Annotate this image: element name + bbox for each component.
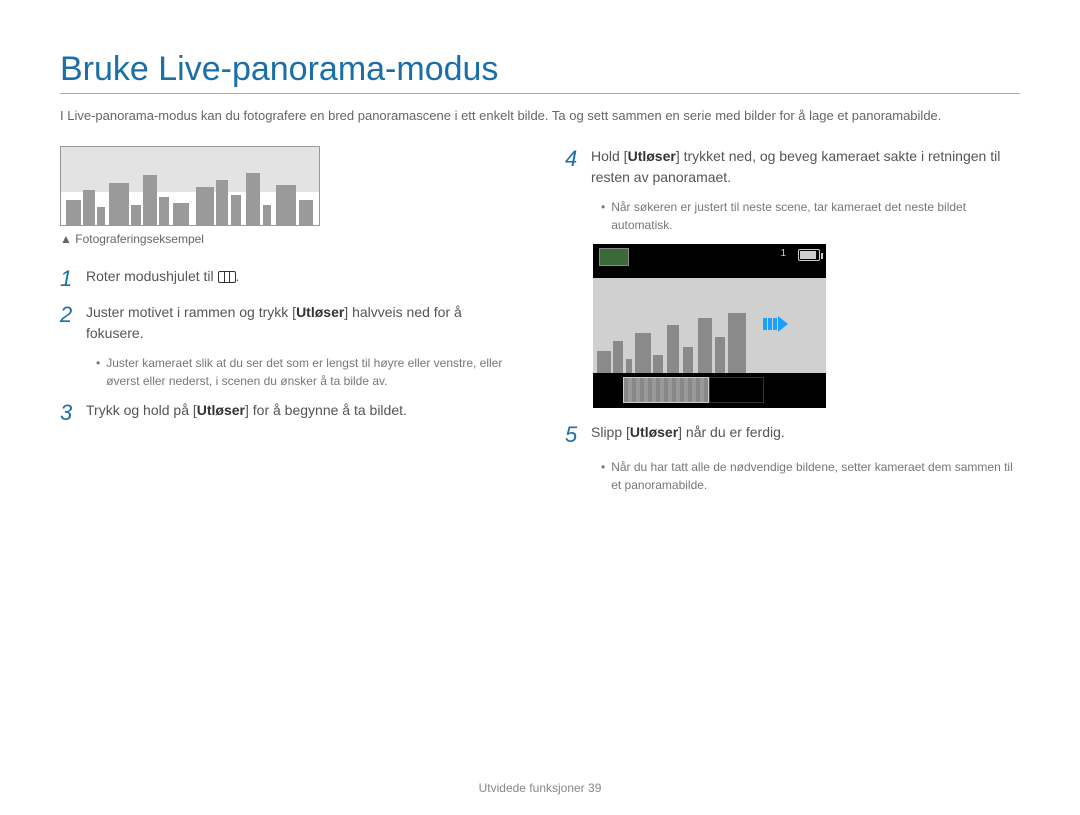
footer-section: Utvidede funksjoner	[479, 781, 585, 795]
example-caption: ▲ Fotograferingseksempel	[60, 232, 515, 246]
camera-lcd-illustration: 1	[593, 244, 826, 408]
step-text-fragment: .	[236, 268, 240, 284]
step-text: Juster motivet i rammen og trykk [Utløse…	[86, 302, 515, 344]
right-column: 4 Hold [Utløser] trykket ned, og beveg k…	[565, 146, 1020, 504]
step-number: 1	[60, 266, 76, 292]
intro-text: I Live-panorama-modus kan du fotografere…	[60, 106, 1020, 126]
step-1: 1 Roter modushjulet til .	[60, 266, 515, 292]
step-text-fragment: Trykk og hold på [	[86, 402, 197, 418]
step-number: 3	[60, 400, 76, 426]
battery-icon	[798, 249, 820, 261]
bullet-text: Når søkeren er justert til neste scene, …	[611, 198, 1020, 234]
bullet-text: Juster kameraet slik at du ser det som e…	[106, 354, 515, 390]
step-text-fragment: ] når du er ferdig.	[678, 424, 785, 440]
step-3: 3 Trykk og hold på [Utløser] for å begyn…	[60, 400, 515, 426]
step-number: 5	[565, 422, 581, 448]
bullet-dot-icon: •	[601, 458, 605, 494]
step-4-bullet: • Når søkeren er justert til neste scene…	[601, 198, 1020, 234]
step-text: Trykk og hold på [Utløser] for å begynne…	[86, 400, 407, 426]
step-text-fragment: Slipp [	[591, 424, 630, 440]
remaining-strip-icon	[709, 377, 764, 403]
shutter-key-label: Utløser	[630, 424, 678, 440]
step-text-fragment: Juster motivet i rammen og trykk [	[86, 304, 296, 320]
content-columns: ▲ Fotograferingseksempel 1 Roter modushj…	[60, 146, 1020, 504]
captured-thumbnail-icon	[623, 377, 709, 403]
step-text: Hold [Utløser] trykket ned, og beveg kam…	[591, 146, 1020, 188]
step-text: Roter modushjulet til .	[86, 266, 239, 292]
bullet-dot-icon: •	[601, 198, 605, 234]
step-text-fragment: Hold [	[591, 148, 628, 164]
panorama-mode-icon	[218, 271, 236, 283]
lcd-preview	[593, 278, 826, 373]
shutter-key-label: Utløser	[197, 402, 245, 418]
lcd-mode-indicator-icon	[599, 248, 629, 266]
up-triangle-icon: ▲	[60, 232, 72, 246]
page-footer: Utvidede funksjoner 39	[0, 781, 1080, 795]
lcd-counter: 1	[780, 248, 786, 259]
panorama-example-image	[60, 146, 320, 226]
caption-text: Fotograferingseksempel	[75, 232, 204, 246]
step-4: 4 Hold [Utløser] trykket ned, og beveg k…	[565, 146, 1020, 188]
shutter-key-label: Utløser	[296, 304, 344, 320]
direction-arrow-icon	[763, 316, 788, 332]
page-title: Bruke Live-panorama-modus	[60, 50, 1020, 94]
step-text-fragment: Roter modushjulet til	[86, 268, 218, 284]
step-5: 5 Slipp [Utløser] når du er ferdig.	[565, 422, 1020, 448]
left-column: ▲ Fotograferingseksempel 1 Roter modushj…	[60, 146, 515, 504]
step-5-bullet: • Når du har tatt alle de nødvendige bil…	[601, 458, 1020, 494]
step-2: 2 Juster motivet i rammen og trykk [Utlø…	[60, 302, 515, 344]
footer-page-number: 39	[588, 781, 601, 795]
shutter-key-label: Utløser	[628, 148, 676, 164]
step-number: 2	[60, 302, 76, 344]
lcd-progress-strip	[593, 373, 826, 408]
step-text-fragment: ] for å begynne å ta bildet.	[245, 402, 407, 418]
step-number: 4	[565, 146, 581, 188]
bullet-text: Når du har tatt alle de nødvendige bilde…	[611, 458, 1020, 494]
step-2-bullet: • Juster kameraet slik at du ser det som…	[96, 354, 515, 390]
step-text: Slipp [Utløser] når du er ferdig.	[591, 422, 785, 448]
bullet-dot-icon: •	[96, 354, 100, 390]
